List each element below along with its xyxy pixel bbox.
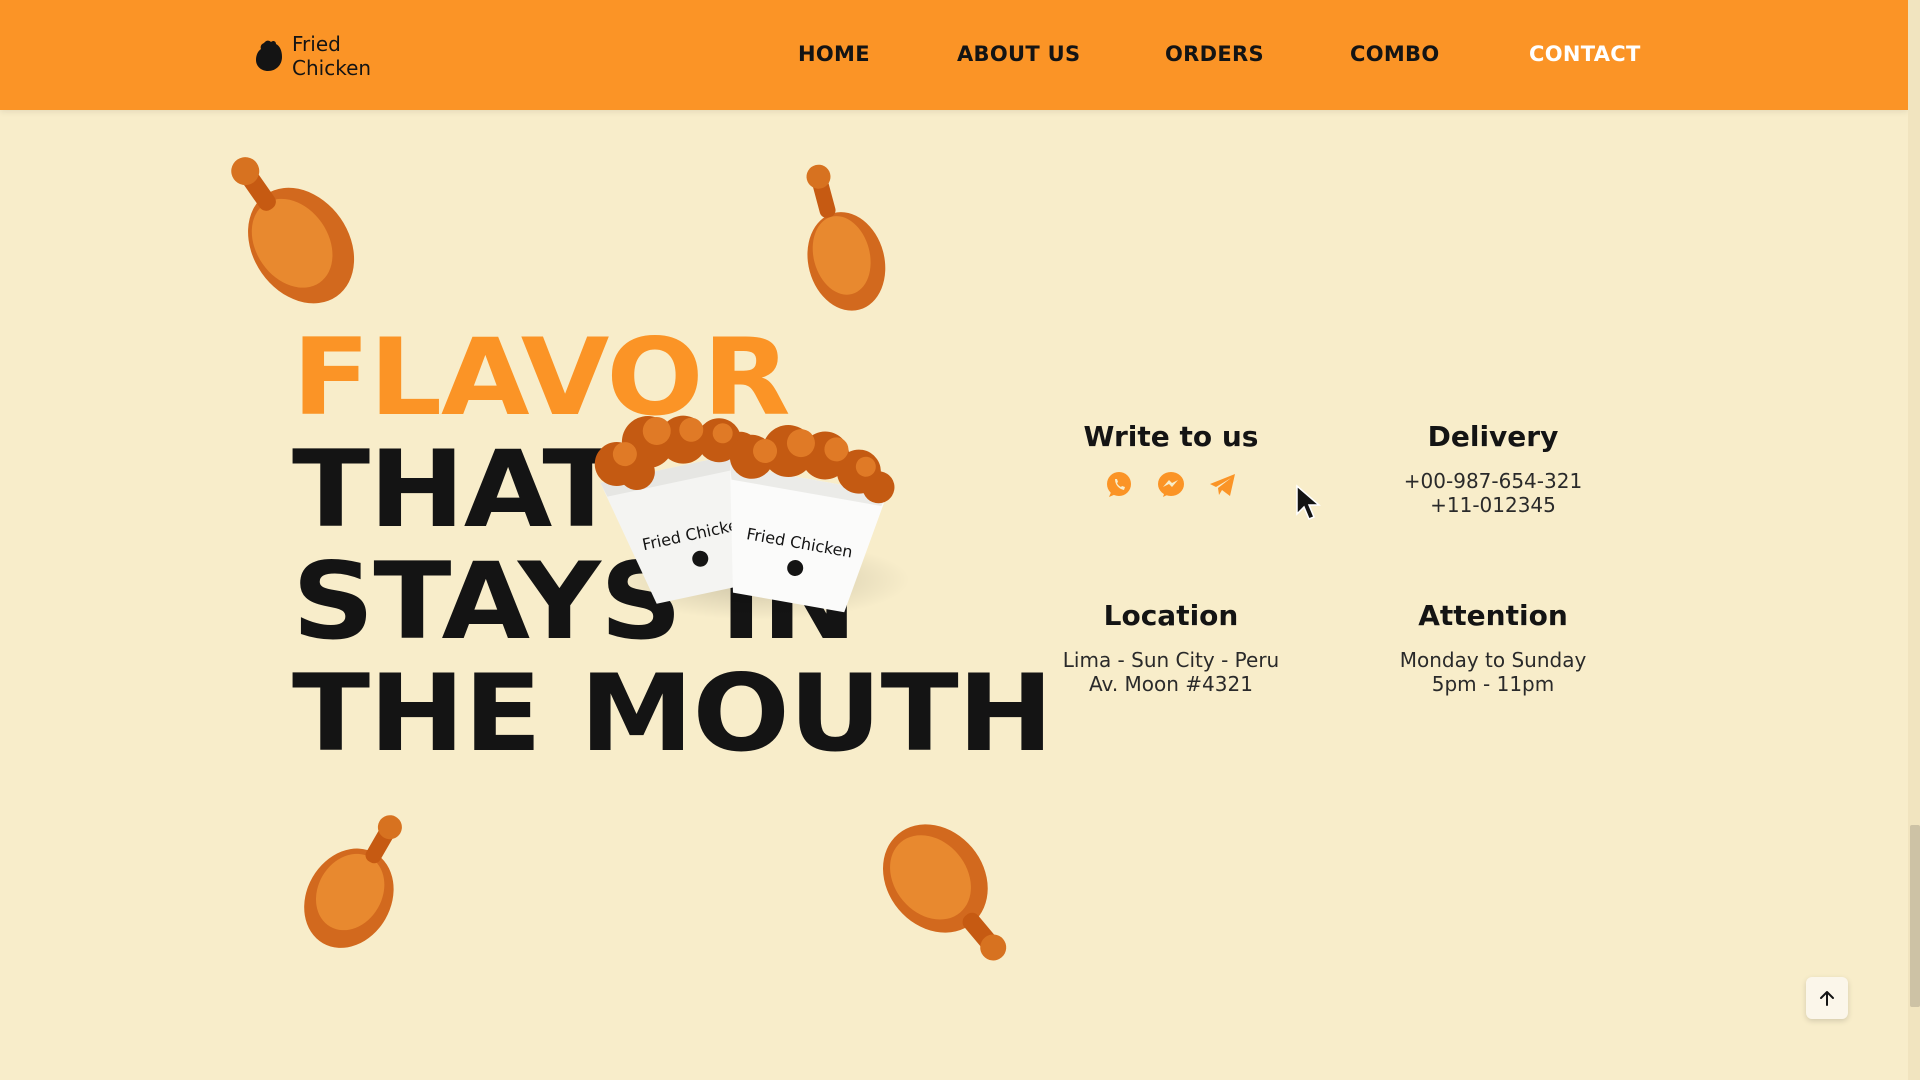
- nav-orders[interactable]: ORDERS: [1165, 42, 1264, 66]
- nav-combo[interactable]: COMBO: [1350, 42, 1440, 66]
- write-to-us-title: Write to us: [1083, 420, 1259, 453]
- attention-days: Monday to Sunday: [1399, 648, 1587, 672]
- social-links: [1011, 469, 1331, 501]
- brand-line-1: Fried: [292, 32, 341, 56]
- delivery-phone-2[interactable]: +11-012345: [1333, 493, 1653, 517]
- chicken-drumstick-image: [231, 157, 355, 304]
- location-address: Av. Moon #4321: [1089, 672, 1253, 696]
- brand-line-2: Chicken: [292, 56, 372, 80]
- page-scrollbar[interactable]: [1908, 0, 1920, 1080]
- location-title: Location: [1103, 599, 1239, 632]
- attention-title: Attention: [1418, 599, 1568, 632]
- location-city: Lima - Sun City - Peru: [1062, 648, 1280, 672]
- nav-contact[interactable]: CONTACT: [1529, 42, 1641, 66]
- chicken-drumstick-image: [882, 824, 1007, 961]
- location-section: Location Lima - Sun City - Peru Av. Moon…: [1011, 599, 1331, 696]
- attention-hours: 5pm - 11pm: [1431, 672, 1555, 696]
- write-to-us-section: Write to us: [1011, 420, 1331, 501]
- site-header: Fried Chicken HOME ABOUT US ORDERS COMBO…: [0, 0, 1908, 110]
- brand-name: Fried Chicken: [292, 32, 371, 80]
- whatsapp-icon[interactable]: [1103, 469, 1135, 501]
- nav-home[interactable]: HOME: [798, 42, 870, 66]
- scrollbar-thumb[interactable]: [1910, 825, 1920, 1007]
- chicken-drumstick-image: [304, 815, 402, 948]
- delivery-section: Delivery +00-987-654-321 +11-012345: [1333, 420, 1653, 517]
- brand-logo[interactable]: Fried Chicken: [254, 32, 371, 80]
- chicken-logo-icon: [256, 40, 282, 71]
- back-to-top-button[interactable]: [1806, 977, 1848, 1019]
- telegram-icon[interactable]: [1207, 469, 1239, 501]
- chicken-buckets-image: Fried Chicken Fried Chicken: [594, 415, 910, 620]
- arrow-up-icon: [1820, 991, 1834, 1006]
- chicken-drumstick-image: [806, 164, 886, 311]
- mouse-cursor-icon: [1296, 484, 1321, 520]
- attention-section: Attention Monday to Sunday 5pm - 11pm: [1333, 599, 1653, 696]
- messenger-icon[interactable]: [1155, 469, 1187, 501]
- delivery-title: Delivery: [1427, 420, 1559, 453]
- nav-about-us[interactable]: ABOUT US: [957, 42, 1080, 66]
- hero-line-the-mouth: THE MOUTH: [292, 652, 1053, 775]
- delivery-phone-1[interactable]: +00-987-654-321: [1333, 469, 1653, 493]
